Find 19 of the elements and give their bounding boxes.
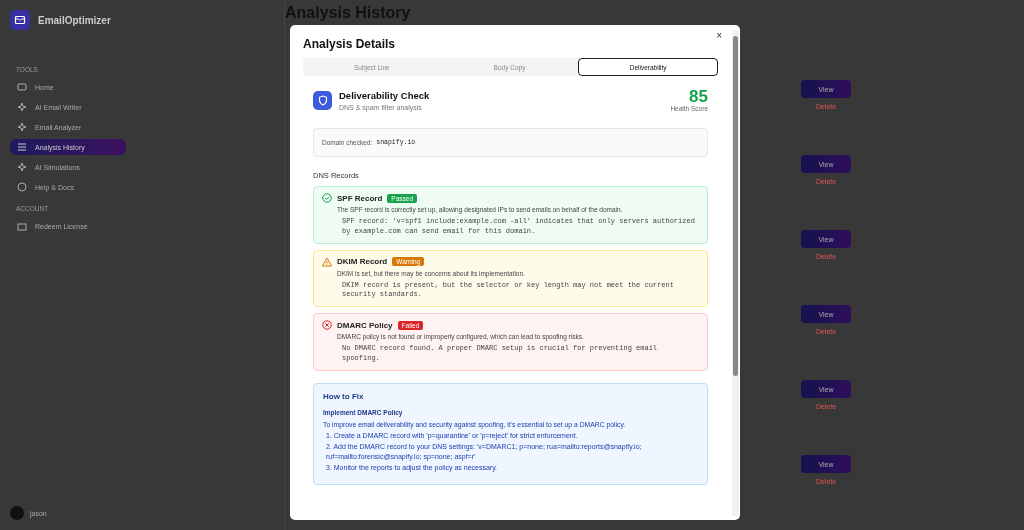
list-icon — [17, 142, 27, 152]
close-button[interactable]: × — [716, 31, 722, 41]
help-icon — [17, 182, 27, 192]
record-name: DMARC Policy — [337, 320, 393, 330]
warning-icon — [322, 256, 332, 267]
app-name: EmailOptimizer — [38, 14, 111, 26]
scrollbar[interactable] — [732, 30, 739, 516]
shield-icon — [313, 90, 332, 110]
user-avatar — [10, 506, 24, 520]
health-score: 85 — [689, 88, 708, 105]
record-name: SPF Record — [337, 193, 383, 203]
error-circle-icon — [322, 320, 332, 331]
sparkle-icon — [17, 162, 27, 172]
modal-title: Analysis Details — [303, 37, 397, 51]
fix-title: How to Fix — [323, 391, 365, 401]
record-name: DKIM Record — [337, 257, 388, 267]
check-circle-icon — [322, 193, 332, 203]
check-title: Deliverability Check — [339, 89, 431, 101]
app-logo-icon — [10, 10, 30, 30]
